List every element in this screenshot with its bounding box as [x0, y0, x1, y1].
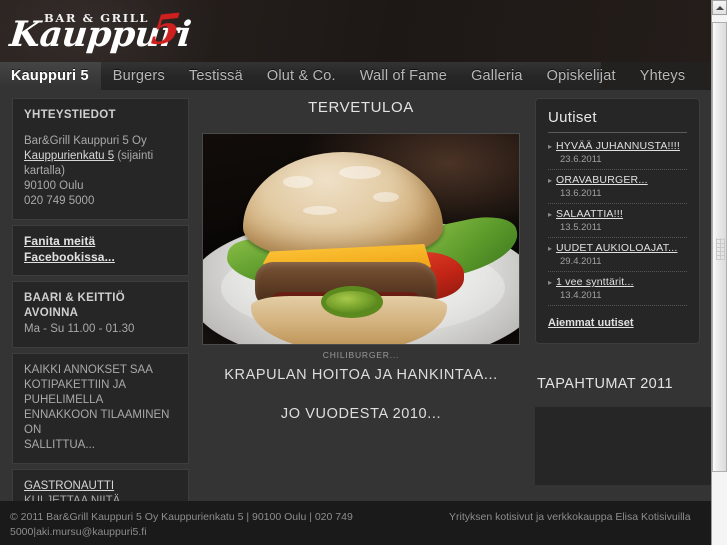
logo-number-text: 5 — [149, 4, 183, 55]
footer-copyright-line-1: © 2011 Bar&Grill Kauppuri 5 Oy Kauppurie… — [10, 511, 353, 523]
browser-viewport: BAR & GRILL Kauppuri 5 Kauppuri 5 Burger… — [0, 0, 727, 545]
nav-item-burgers[interactable]: Burgers — [101, 62, 177, 90]
news-item-date: 13.5.2011 — [560, 222, 602, 233]
takeaway-line-1: KAIKKI ANNOKSET SAA — [24, 364, 153, 376]
news-item-date: 29.4.2011 — [560, 256, 602, 267]
takeaway-line-4: SALLITTUA... — [24, 439, 95, 451]
content-area: YHTEYSTIEDOT Bar&Grill Kauppuri 5 Oy Kau… — [0, 90, 711, 545]
news-item[interactable]: ▸ UUDET AUKIOLOAJAT... 29.4.2011 — [548, 238, 687, 272]
nav-item-testissa[interactable]: Testissä — [177, 62, 255, 90]
news-item-link[interactable]: ORAVABURGER... — [556, 174, 648, 187]
scroll-up-button[interactable] — [712, 0, 727, 15]
news-item-date: 23.6.2011 — [560, 154, 602, 165]
news-item-row: ▸ 1 vee synttärit... — [548, 276, 687, 289]
site-header: BAR & GRILL Kauppuri 5 — [0, 0, 711, 62]
news-item-link[interactable]: HYVÄÄ JUHANNUSTA!!!! — [556, 140, 680, 153]
contact-address-row: Kauppurienkatu 5 (sijainti kartalla) — [24, 149, 177, 179]
scroll-up-arrow-icon — [716, 6, 724, 10]
welcome-heading: TERVETULOA — [308, 99, 414, 116]
contact-title: YHTEYSTIEDOT — [24, 109, 116, 121]
contact-street-link[interactable]: Kauppurienkatu 5 — [24, 150, 114, 162]
scrollbar-thumb[interactable] — [712, 22, 727, 472]
events-heading: TAPAHTUMAT 2011 — [537, 376, 673, 392]
news-item[interactable]: ▸ HYVÄÄ JUHANNUSTA!!!! 23.6.2011 — [548, 136, 687, 170]
nav-item-olut-co[interactable]: Olut & Co. — [255, 62, 348, 90]
takeaway-line-3: ENNAKKOON TILAAMINEN ON — [24, 409, 170, 436]
hero-burger-photo — [202, 133, 520, 345]
scrollbar-track[interactable] — [712, 16, 727, 545]
contact-phone: 020 749 5000 — [24, 195, 95, 207]
chevron-right-icon: ▸ — [548, 278, 553, 287]
site-footer: © 2011 Bar&Grill Kauppuri 5 Oy Kauppurie… — [0, 501, 711, 545]
news-item[interactable]: ▸ ORAVABURGER... 13.6.2011 — [548, 170, 687, 204]
chevron-right-icon: ▸ — [548, 210, 553, 219]
takeaway-line-2: KOTIPAKETTIIN JA PUHELIMELLA — [24, 379, 126, 406]
nav-item-yhteys[interactable]: Yhteys — [628, 62, 698, 90]
facebook-box[interactable]: Fanita meitä Facebookissa... — [12, 225, 189, 276]
chevron-right-icon: ▸ — [548, 176, 553, 185]
tagline-line-1: KRAPULAN HOITOA JA HANKINTAA... — [224, 367, 498, 383]
news-item-row: ▸ SALAATTIA!!! — [548, 208, 687, 221]
opening-hours-line: Ma - Su 11.00 - 01.30 — [24, 323, 135, 335]
news-item[interactable]: ▸ SALAATTIA!!! 13.5.2011 — [548, 204, 687, 238]
left-sidebar: YHTEYSTIEDOT Bar&Grill Kauppuri 5 Oy Kau… — [12, 98, 189, 545]
news-item-link[interactable]: UUDET AUKIOLOAJAT... — [556, 242, 677, 255]
facebook-link[interactable]: Fanita meitä Facebookissa... — [24, 234, 115, 264]
main-navigation: Kauppuri 5 Burgers Testissä Olut & Co. W… — [0, 62, 711, 90]
news-item-row: ▸ ORAVABURGER... — [548, 174, 687, 187]
nav-item-opiskelijat[interactable]: Opiskelijat — [535, 62, 628, 90]
contact-postal: 90100 Oulu — [24, 180, 84, 192]
footer-copyright-line-2: 5000|aki.mursu@kauppuri5.fi — [10, 526, 147, 538]
news-archive-link[interactable]: Aiemmat uutiset — [548, 317, 634, 329]
footer-provider-credit[interactable]: Yrityksen kotisivut ja verkkokauppa Elis… — [449, 510, 711, 525]
nav-item-wall-of-fame[interactable]: Wall of Fame — [348, 62, 459, 90]
jalapeno-shape — [321, 286, 383, 318]
right-sidebar: Uutiset ▸ HYVÄÄ JUHANNUSTA!!!! 23.6.2011… — [535, 98, 711, 485]
news-item-link[interactable]: SALAATTIA!!! — [556, 208, 623, 221]
vertical-scrollbar[interactable] — [711, 0, 727, 545]
contact-company: Bar&Grill Kauppuri 5 Oy — [24, 135, 147, 147]
opening-hours-title: BAARI & KEITTIÖ AVOINNA — [24, 292, 125, 319]
news-item[interactable]: ▸ 1 vee synttärit... 13.4.2011 — [548, 272, 687, 306]
tagline-line-2: JO VUODESTA 2010... — [280, 406, 442, 422]
takeaway-box: KAIKKI ANNOKSET SAA KOTIPAKETTIIN JA PUH… — [12, 353, 189, 464]
news-archive-link-row[interactable]: Aiemmat uutiset — [548, 313, 687, 331]
events-panel — [535, 407, 711, 485]
site-logo[interactable]: BAR & GRILL Kauppuri 5 — [8, 2, 198, 60]
chevron-right-icon: ▸ — [548, 142, 553, 151]
nav-item-galleria[interactable]: Galleria — [459, 62, 535, 90]
nav-item-kauppuri-5[interactable]: Kauppuri 5 — [0, 62, 101, 90]
news-item-link[interactable]: 1 vee synttärit... — [556, 276, 634, 289]
footer-copyright: © 2011 Bar&Grill Kauppuri 5 Oy Kauppurie… — [10, 510, 430, 540]
news-item-date: 13.4.2011 — [560, 290, 602, 301]
opening-hours-box: BAARI & KEITTIÖ AVOINNA Ma - Su 11.00 - … — [12, 281, 189, 348]
scrollbar-grip-icon — [716, 238, 725, 260]
photo-caption: CHILIBURGER... — [322, 350, 400, 360]
news-item-date: 13.6.2011 — [560, 188, 602, 199]
contact-box: YHTEYSTIEDOT Bar&Grill Kauppuri 5 Oy Kau… — [12, 98, 189, 220]
news-title: Uutiset — [548, 109, 687, 133]
page-root: BAR & GRILL Kauppuri 5 Kauppuri 5 Burger… — [0, 0, 711, 545]
gastronautti-link[interactable]: GASTRONAUTTI — [24, 480, 114, 492]
news-item-row: ▸ UUDET AUKIOLOAJAT... — [548, 242, 687, 255]
news-item-row: ▸ HYVÄÄ JUHANNUSTA!!!! — [548, 140, 687, 153]
main-column: TERVETULOA CHILIBURGER... KRAPULAN HOITO… — [196, 90, 526, 422]
chevron-right-icon: ▸ — [548, 244, 553, 253]
news-box: Uutiset ▸ HYVÄÄ JUHANNUSTA!!!! 23.6.2011… — [535, 98, 700, 344]
